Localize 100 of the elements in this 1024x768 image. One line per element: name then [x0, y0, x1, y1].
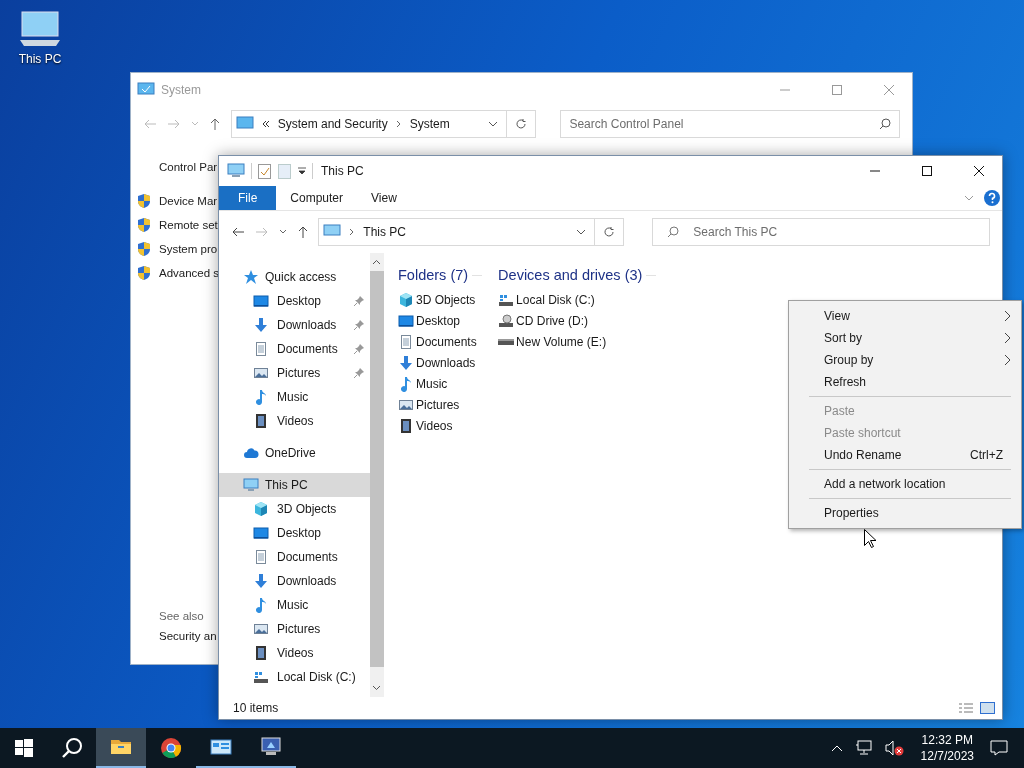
menu-item[interactable]: Add a network location	[791, 473, 1019, 495]
search-icon	[667, 226, 680, 238]
nav-item[interactable]: Pictures	[219, 617, 370, 641]
chevron-right-icon	[1004, 332, 1011, 344]
cloud-icon	[243, 445, 259, 461]
picture-icon	[253, 621, 269, 637]
nav-item[interactable]: Local Disk (C:)	[219, 665, 370, 689]
back-icon[interactable]	[231, 226, 245, 238]
sidebar-link[interactable]: Device Mar	[159, 195, 218, 207]
group-heading[interactable]: Folders (7)	[398, 267, 469, 283]
status-text: 10 items	[233, 701, 279, 715]
up-arrow-icon[interactable]	[208, 117, 221, 131]
network-icon[interactable]	[854, 740, 873, 756]
sidebar-link[interactable]: Remote set	[159, 219, 218, 231]
ribbon-tab[interactable]: View	[357, 186, 411, 210]
chevron-down-icon[interactable]	[278, 229, 287, 235]
menu-item[interactable]: Refresh	[791, 371, 1019, 393]
up-arrow-icon[interactable]	[296, 225, 309, 239]
music-note-icon	[253, 389, 269, 405]
sidebar-link[interactable]: Advanced s	[159, 267, 220, 279]
nav-item[interactable]: 3D Objects	[219, 497, 370, 521]
desktop-icon-label[interactable]: This PC	[18, 52, 62, 66]
nav-item[interactable]: Pictures	[219, 361, 370, 385]
file-item[interactable]: New Volume (E:)	[516, 334, 607, 349]
nav-item[interactable]: Downloads	[219, 313, 370, 337]
sidebar-link[interactable]: Security an	[159, 630, 217, 642]
menu-item[interactable]: Undo Rename Ctrl+Z	[791, 444, 1019, 466]
chevron-right-icon	[1004, 310, 1011, 322]
large-icons-view-icon[interactable]	[980, 702, 996, 714]
computer-icon	[235, 116, 254, 132]
menu-item[interactable]: View	[791, 305, 1019, 327]
pin-icon	[353, 320, 364, 330]
clock[interactable]: 12:32 PM 12/7/2023	[920, 732, 974, 764]
menu-item[interactable]: Group by	[791, 349, 1019, 371]
chevron-down-icon[interactable]	[487, 121, 498, 127]
breadcrumb-item[interactable]: System and Security	[277, 117, 388, 131]
muted-speaker-icon[interactable]	[884, 740, 905, 756]
windows-logo-icon[interactable]	[15, 739, 33, 757]
nav-item[interactable]: Videos	[219, 641, 370, 665]
close-icon[interactable]	[974, 166, 984, 176]
computer-icon	[227, 163, 245, 179]
picture-icon	[253, 365, 269, 381]
nav-item[interactable]: Music	[219, 593, 370, 617]
nav-item[interactable]: Documents	[219, 545, 370, 569]
notification-icon[interactable]	[990, 740, 1008, 756]
file-item[interactable]: Downloads	[416, 355, 476, 370]
nav-item[interactable]: Music	[219, 385, 370, 409]
see-also-heading: See also	[159, 610, 204, 622]
scroll-up-icon[interactable]	[372, 259, 382, 265]
nav-item[interactable]: Desktop	[219, 289, 370, 313]
nav-item[interactable]: OneDrive	[219, 441, 370, 465]
music-note-icon	[398, 375, 414, 392]
file-item[interactable]: Videos	[416, 418, 453, 433]
address-bar[interactable]: System and Security System	[230, 110, 507, 138]
ribbon-tab[interactable]: File	[219, 186, 277, 210]
chevron-down-icon[interactable]	[575, 229, 586, 235]
help-icon[interactable]	[984, 190, 1000, 206]
chevron-up-icon[interactable]	[830, 744, 843, 752]
breadcrumb-item[interactable]: This PC	[363, 225, 407, 239]
sidebar-heading[interactable]: Control Par	[159, 161, 218, 173]
menu-item[interactable]: Properties	[791, 502, 1019, 524]
search-field[interactable]: Search This PC	[652, 218, 990, 246]
ribbon-tab[interactable]: Computer	[276, 186, 358, 210]
chrome-icon	[159, 736, 183, 760]
search-icon[interactable]	[61, 737, 83, 759]
file-item[interactable]: Local Disk (C:)	[516, 292, 595, 307]
file-item[interactable]: Desktop	[416, 313, 461, 328]
nav-item[interactable]: Desktop	[219, 521, 370, 545]
scroll-down-icon[interactable]	[372, 685, 382, 691]
dropdown-icon[interactable]	[298, 167, 306, 175]
search-field[interactable]: Search Control Panel	[560, 110, 900, 138]
refresh-icon[interactable]	[603, 226, 616, 238]
properties-icon[interactable]	[258, 163, 272, 179]
file-item[interactable]: Pictures	[416, 397, 460, 412]
taskbar-app-button[interactable]	[96, 728, 146, 768]
shield-icon	[137, 265, 151, 281]
file-item[interactable]: Music	[416, 376, 448, 391]
refresh-icon[interactable]	[515, 118, 528, 130]
search-icon	[879, 118, 891, 130]
breadcrumb-item[interactable]: System	[409, 117, 450, 131]
computer-icon	[243, 477, 259, 493]
cube-icon	[398, 291, 414, 308]
nav-item[interactable]: This PC	[219, 473, 370, 497]
file-item[interactable]: CD Drive (D:)	[516, 313, 589, 328]
file-item[interactable]: 3D Objects	[416, 292, 476, 307]
address-bar[interactable]: This PC	[318, 218, 595, 246]
menu-item[interactable]: Sort by	[791, 327, 1019, 349]
computer-icon	[137, 82, 155, 98]
nav-item[interactable]: Quick access	[219, 265, 370, 289]
nav-item[interactable]: Videos	[219, 409, 370, 433]
monitor-icon	[398, 312, 414, 329]
disc-drive-icon	[498, 312, 515, 329]
down-arrow-icon	[253, 573, 269, 589]
film-icon	[398, 417, 414, 434]
group-heading[interactable]: Devices and drives (3)	[498, 267, 643, 283]
nav-item[interactable]: Downloads	[219, 569, 370, 593]
maximize-icon[interactable]	[922, 166, 932, 176]
sidebar-link[interactable]: System pro	[159, 243, 218, 255]
nav-item[interactable]: Documents	[219, 337, 370, 361]
file-item[interactable]: Documents	[416, 334, 477, 349]
